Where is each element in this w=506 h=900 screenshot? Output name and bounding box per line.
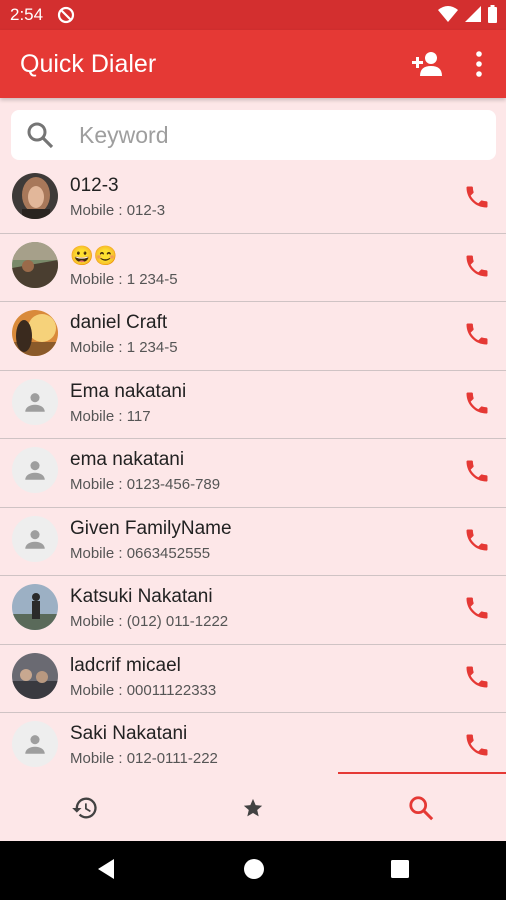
wifi-icon [438,6,458,22]
contact-row[interactable]: Given FamilyName Mobile : 0663452555 [0,508,506,576]
status-time: 2:54 [10,5,44,24]
contact-phone: Mobile : 012-3 [70,202,166,219]
avatar [12,584,58,630]
person-add-icon[interactable] [412,50,444,78]
contact-row[interactable]: ladcrif micael Mobile : 00011122333 [0,645,506,713]
person-icon [12,378,58,425]
back-icon[interactable] [96,858,116,885]
person-icon [12,515,58,562]
search-input[interactable] [79,120,479,150]
contact-phone: Mobile : 012-0111-222 [70,750,218,767]
contact-phone: Mobile : 117 [70,407,151,425]
contact-name: 012-3 [70,175,119,196]
recents-icon[interactable] [390,858,410,885]
avatar [12,652,58,699]
phone-icon[interactable] [463,320,491,348]
contact-name: Given FamilyName [70,517,232,539]
phone-icon[interactable] [463,457,491,485]
contact-row[interactable]: 012-3 Mobile : 012-3 [0,165,506,234]
phone-icon[interactable] [463,252,491,280]
contact-name: Ema nakatani [70,380,187,402]
avatar [12,241,58,288]
contact-row[interactable]: ema nakatani Mobile : 0123-456-789 [0,439,506,508]
home-icon[interactable] [243,858,265,885]
contact-name: 😀😊 [70,245,118,267]
contact-list: 012-3 Mobile : 012-3 😀😊 Mobile : 1 234-5 [0,165,506,772]
contact-name: ema nakatani [70,449,185,470]
more-vert-icon[interactable] [468,48,490,80]
contact-row[interactable]: Ema nakatani Mobile : 117 [0,371,506,439]
search-bar [11,110,496,160]
active-tab-indicator [338,772,506,774]
battery-icon [488,5,497,23]
contact-phone: Mobile : 1 234-5 [70,270,178,288]
contact-phone: Mobile : 00011122333 [70,681,217,699]
status-icons [438,5,498,23]
phone-icon[interactable] [463,663,491,691]
contact-row[interactable]: Saki Nakatani Mobile : 012-0111-222 [0,713,506,772]
contact-row[interactable]: daniel Craft Mobile : 1 234-5 [0,302,506,371]
contact-name: Katsuki Nakatani [70,586,213,607]
contact-phone: Mobile : 0663452555 [70,544,211,562]
star-icon[interactable] [237,792,269,824]
system-nav-bar [0,841,506,900]
app-title: Quick Dialer [20,50,157,78]
phone-icon[interactable] [463,526,491,554]
avatar [12,173,58,219]
phone-icon[interactable] [463,594,491,622]
contact-row[interactable]: 😀😊 Mobile : 1 234-5 [0,234,506,302]
contact-phone: Mobile : (012) 011-1222 [70,613,229,630]
signal-icon [465,6,481,22]
contact-name: daniel Craft [70,312,168,333]
history-icon[interactable] [69,792,101,824]
person-icon [12,447,58,493]
search-icon[interactable] [405,792,437,824]
person-icon [12,721,58,767]
phone-icon[interactable] [463,389,491,417]
contact-name: Saki Nakatani [70,723,188,744]
app-bar: Quick Dialer [0,30,506,98]
status-bar: 2:54 [0,0,506,30]
contact-phone: Mobile : 0123-456-789 [70,476,221,493]
phone-icon[interactable] [463,731,491,759]
search-icon [26,121,54,154]
contact-name: ladcrif micael [70,654,181,676]
avatar [12,310,58,356]
contact-row[interactable]: Katsuki Nakatani Mobile : (012) 011-1222 [0,576,506,645]
phone-icon[interactable] [463,183,491,211]
bottom-nav [0,772,506,841]
do-not-disturb-icon [57,6,75,29]
contact-phone: Mobile : 1 234-5 [70,339,178,356]
